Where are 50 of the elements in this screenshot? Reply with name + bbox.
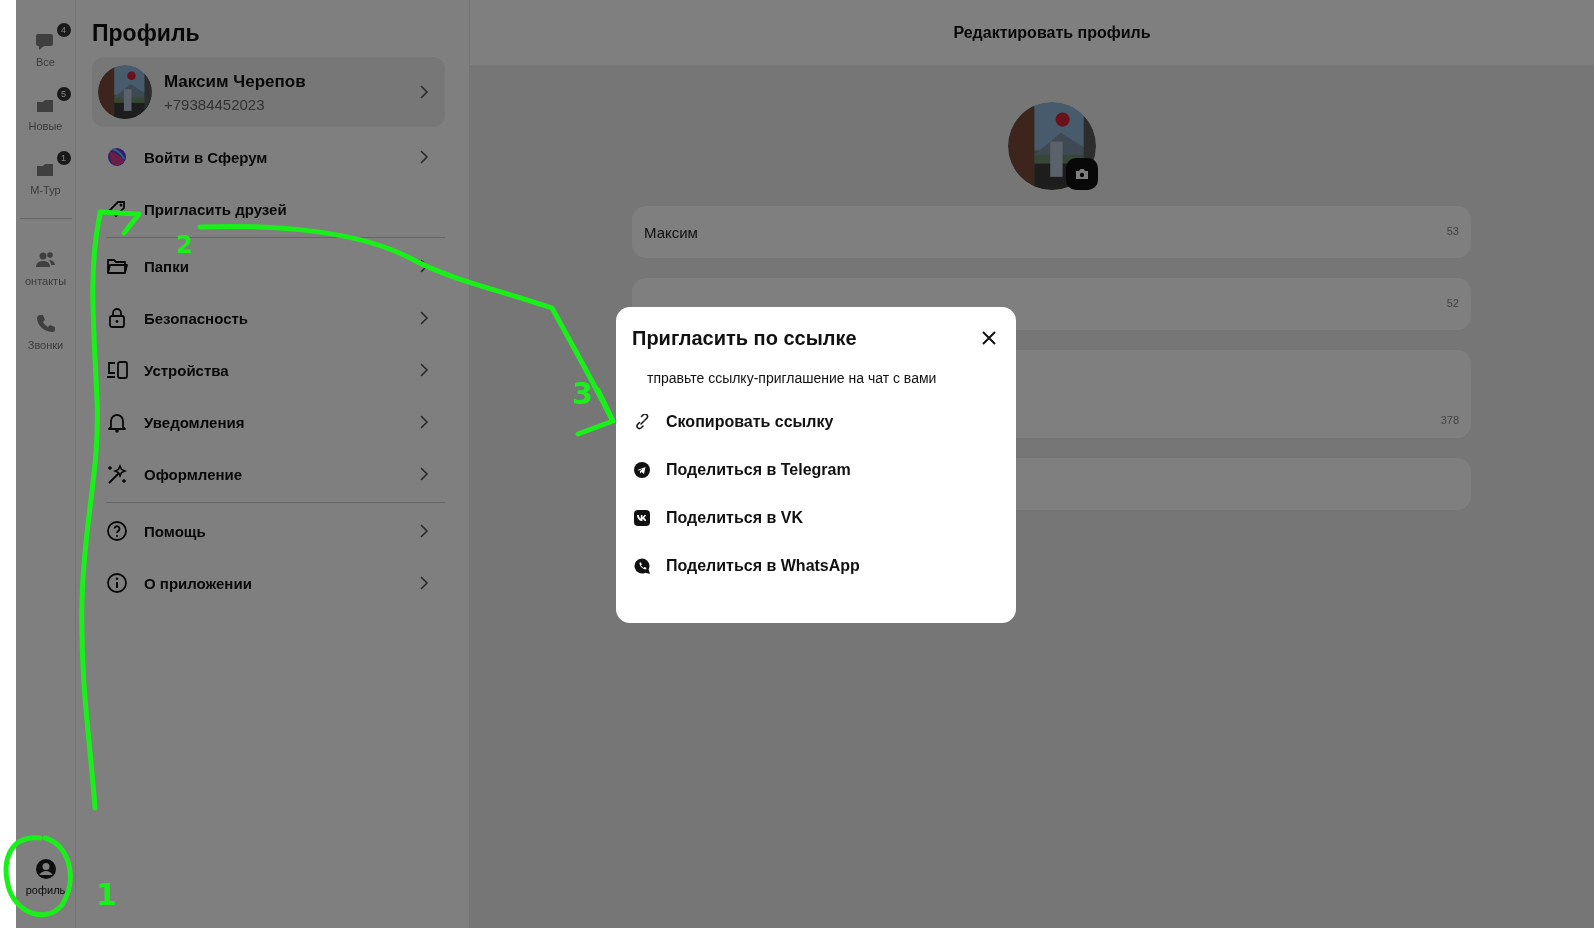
nav-item[interactable]: 4 Все: [15, 22, 76, 86]
close-icon: [982, 331, 996, 345]
count-badge: 1: [56, 151, 71, 165]
devices-icon: [106, 359, 128, 381]
count-badge: 5: [56, 87, 71, 101]
nav-item[interactable]: рофиль: [15, 850, 76, 914]
menu-item[interactable]: Уведомления: [92, 402, 445, 442]
user-name: Максим Черепов: [164, 71, 306, 92]
menu-item[interactable]: О приложении: [92, 563, 445, 603]
share-option[interactable]: Поделиться в Telegram: [632, 446, 1000, 494]
question-icon: [106, 520, 128, 542]
dialog-text: тправьте ссылку-приглашение на чат с вами: [647, 370, 938, 386]
info-icon: [106, 572, 128, 594]
menu-item[interactable]: Пригласить друзей: [92, 189, 445, 229]
chat-bubble-icon: [634, 558, 650, 574]
panel-title: Профиль: [92, 20, 201, 47]
camera-button[interactable]: [1065, 158, 1098, 190]
user-phone: +79384452023: [164, 95, 266, 113]
profile-icon: [34, 858, 57, 880]
camera-icon: [1074, 168, 1089, 180]
lock-icon: [106, 307, 128, 329]
nav-item[interactable]: 5 Новые: [15, 86, 76, 150]
char-counter: 53: [1446, 225, 1459, 237]
annotation-number: 1: [96, 877, 117, 912]
menu-item[interactable]: Войти в Сферум: [92, 137, 445, 177]
annotation-number: 2: [176, 231, 193, 259]
nav-item[interactable]: 1 М-Тур: [15, 150, 76, 214]
sphere-icon: [106, 146, 128, 168]
count-badge: 4: [56, 23, 71, 37]
nav-item[interactable]: онтакты: [15, 241, 76, 305]
menu-item[interactable]: Помощь: [92, 511, 445, 551]
menu-item[interactable]: Безопасность: [92, 298, 445, 338]
input-field[interactable]: Максим 53: [632, 206, 1471, 258]
annotation-number: 3: [572, 376, 593, 411]
bell-icon: [106, 411, 128, 433]
share-option[interactable]: Поделиться в WhatsApp: [632, 542, 1000, 590]
tag-icon: [106, 198, 128, 220]
char-counter: 378: [1440, 414, 1459, 426]
paper-plane-icon: [634, 462, 650, 478]
menu-item[interactable]: Оформление: [92, 454, 445, 494]
menu-item[interactable]: Устройства: [92, 350, 445, 390]
vk-icon: [634, 510, 650, 526]
share-option[interactable]: Поделиться в VK: [632, 494, 1000, 542]
nav-item[interactable]: Звонки: [15, 305, 76, 369]
page-title: Редактировать профиль: [953, 23, 1151, 42]
link-icon: [634, 414, 650, 430]
user-card[interactable]: Максим Черепов +79384452023: [92, 57, 445, 127]
chevron-icon: [419, 84, 429, 100]
magic-wand-icon: [106, 463, 128, 485]
char-counter: 52: [1446, 297, 1459, 309]
